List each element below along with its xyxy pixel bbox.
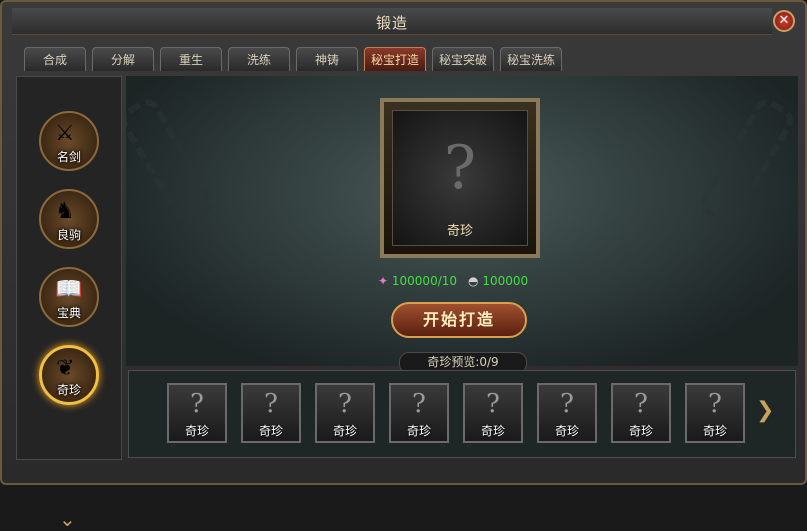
category-horse[interactable]: ♞ 良驹 bbox=[39, 189, 99, 249]
start-forge-button[interactable]: 开始打造 bbox=[391, 302, 527, 338]
horse-icon: ♞ bbox=[55, 199, 75, 224]
silver-ingot-icon: ◓ bbox=[468, 274, 479, 288]
category-treasure[interactable]: ❦ 奇珍 bbox=[39, 345, 99, 405]
question-mark-icon: ? bbox=[443, 133, 477, 203]
slot-label: 奇珍 bbox=[554, 424, 579, 438]
tab-treasure-refine[interactable]: 秘宝洗练 bbox=[500, 47, 562, 71]
tab-decompose[interactable]: 分解 bbox=[92, 47, 154, 71]
slot-label: 奇珍 bbox=[480, 424, 505, 438]
preview-slot[interactable]: ? 奇珍 bbox=[315, 383, 375, 443]
close-icon: ✕ bbox=[778, 13, 790, 28]
preview-grid: ? 奇珍 ? 奇珍 ? 奇珍 ? 奇珍 ? 奇珍 ? 奇珍 ? 奇珍 ? 奇珍 bbox=[128, 370, 796, 458]
tab-refine[interactable]: 洗练 bbox=[228, 47, 290, 71]
category-book[interactable]: 📖 宝典 bbox=[39, 267, 99, 327]
question-mark-icon: ? bbox=[486, 389, 500, 419]
window-title: 锻造 bbox=[375, 14, 408, 32]
treasure-frame: ? 奇珍 bbox=[380, 98, 540, 258]
question-mark-icon: ? bbox=[338, 389, 352, 419]
slot-label: 奇珍 bbox=[406, 424, 431, 438]
silver-cost-value: 100000 bbox=[482, 274, 529, 288]
slot-label: 奇珍 bbox=[258, 424, 283, 438]
forge-window: 锻造 ✕ 合成 分解 重生 洗练 神铸 秘宝打造 秘宝突破 秘宝洗练 ⚔ 名剑 … bbox=[0, 0, 807, 531]
question-mark-icon: ? bbox=[708, 389, 722, 419]
chevron-right-icon[interactable]: ❯ bbox=[756, 398, 774, 423]
forge-panel: ? 奇珍 ✦ 100000/10 ◓ 100000 开始打造 bbox=[126, 76, 798, 366]
preview-slot[interactable]: ? 奇珍 bbox=[241, 383, 301, 443]
tab-divine-cast[interactable]: 神铸 bbox=[296, 47, 358, 71]
tab-treasure-forge[interactable]: 秘宝打造 bbox=[364, 47, 426, 71]
preview-slot[interactable]: ? 奇珍 bbox=[537, 383, 597, 443]
preview-slot[interactable]: ? 奇珍 bbox=[463, 383, 523, 443]
frame-label: 奇珍 bbox=[446, 224, 473, 239]
sword-icon: ⚔ bbox=[55, 121, 75, 146]
gem-cost-value: 100000/10 bbox=[391, 274, 458, 288]
category-label: 宝典 bbox=[56, 306, 81, 320]
slot-label: 奇珍 bbox=[184, 424, 209, 438]
slot-label: 奇珍 bbox=[702, 424, 727, 438]
preview-slot[interactable]: ? 奇珍 bbox=[611, 383, 671, 443]
silver-cost: ◓ 100000 bbox=[468, 274, 528, 288]
category-sidebar: ⚔ 名剑 ♞ 良驹 📖 宝典 ❦ 奇珍 ⌄ bbox=[16, 76, 122, 531]
category-label: 名剑 bbox=[56, 150, 81, 164]
question-mark-icon: ? bbox=[412, 389, 426, 419]
title-bar: 锻造 bbox=[12, 8, 772, 35]
tab-rebirth[interactable]: 重生 bbox=[160, 47, 222, 71]
category-label: 奇珍 bbox=[56, 383, 81, 397]
chain-decoration bbox=[695, 94, 798, 230]
book-icon: 📖 bbox=[55, 277, 83, 302]
question-mark-icon: ? bbox=[264, 389, 278, 419]
preview-slot[interactable]: ? 奇珍 bbox=[685, 383, 745, 443]
chevron-down-icon[interactable]: ⌄ bbox=[59, 507, 76, 531]
treasure-frame-inner: ? 奇珍 bbox=[392, 110, 528, 246]
slot-label: 奇珍 bbox=[332, 424, 357, 438]
chain-decoration bbox=[126, 94, 219, 230]
category-sword[interactable]: ⚔ 名剑 bbox=[39, 111, 99, 171]
category-label: 良驹 bbox=[56, 228, 81, 242]
slot-label: 奇珍 bbox=[628, 424, 653, 438]
feather-icon: ❦ bbox=[56, 356, 75, 381]
question-mark-icon: ? bbox=[190, 389, 204, 419]
question-mark-icon: ? bbox=[634, 389, 648, 419]
gem-icon: ✦ bbox=[378, 274, 389, 288]
tab-treasure-breakthrough[interactable]: 秘宝突破 bbox=[432, 47, 494, 71]
question-mark-icon: ? bbox=[560, 389, 574, 419]
close-button[interactable]: ✕ bbox=[773, 10, 795, 32]
preview-slot[interactable]: ? 奇珍 bbox=[389, 383, 449, 443]
preview-slot[interactable]: ? 奇珍 bbox=[167, 383, 227, 443]
tab-synthesize[interactable]: 合成 bbox=[24, 47, 86, 71]
gem-cost: ✦ 100000/10 bbox=[378, 274, 457, 288]
